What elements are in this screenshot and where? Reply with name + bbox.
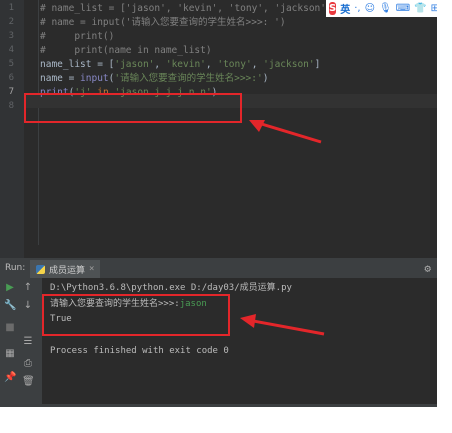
code-token: input bbox=[80, 73, 109, 84]
editor-annotation-box bbox=[24, 93, 242, 123]
ime-language-toggle[interactable]: 英 bbox=[340, 1, 350, 16]
code-token: 'tony' bbox=[217, 59, 252, 70]
keyboard-icon[interactable]: ⌨ bbox=[396, 3, 410, 14]
close-icon[interactable]: × bbox=[89, 264, 94, 274]
print-icon[interactable]: ⎙ bbox=[22, 358, 34, 370]
microphone-icon[interactable]: 🎙 bbox=[379, 3, 392, 14]
code-token: ) bbox=[262, 73, 269, 84]
line-number[interactable]: 8 bbox=[0, 101, 14, 111]
pin-icon[interactable]: 📌 bbox=[4, 372, 16, 384]
code-token: , bbox=[154, 59, 166, 70]
trash-icon[interactable]: 🗑 bbox=[22, 376, 35, 388]
line-number[interactable]: 1 bbox=[0, 3, 14, 13]
line-number[interactable]: 3 bbox=[0, 31, 14, 41]
punctuation-icon[interactable]: ·, bbox=[354, 3, 360, 14]
run-toolbar: Run: 成员运算 × ⚙ bbox=[0, 260, 437, 279]
console-finish-message: Process finished with exit code 0 bbox=[50, 346, 229, 356]
line-number[interactable]: 7 bbox=[0, 87, 14, 97]
code-line[interactable]: # print(name in name_list) bbox=[40, 44, 212, 58]
python-file-icon bbox=[36, 264, 45, 274]
code-token: name_list = [ bbox=[40, 59, 115, 70]
code-token: , bbox=[205, 59, 218, 70]
code-token: 'kevin' bbox=[165, 59, 206, 70]
gear-icon[interactable]: ⚙ bbox=[424, 262, 431, 275]
line-number[interactable]: 6 bbox=[0, 73, 14, 83]
code-line[interactable]: # name = input('请输入您要查询的学生姓名>>>: ') bbox=[40, 16, 286, 30]
code-token: , bbox=[251, 59, 264, 70]
ide-window: 1 2 3 4 5 6 7 8 # name_list = ['jason', 'kevin'… bbox=[0, 0, 437, 407]
up-arrow-icon[interactable]: ↑ bbox=[22, 282, 34, 294]
code-line[interactable]: # print() bbox=[40, 30, 114, 44]
emoji-icon[interactable]: ☺ bbox=[365, 3, 375, 14]
sogou-logo-icon[interactable]: S bbox=[329, 2, 337, 15]
code-line[interactable]: name_list = ['jason', 'kevin', 'tony', '… bbox=[40, 58, 320, 72]
code-line[interactable]: # name_list = ['jason', 'kevin', 'tony',… bbox=[40, 2, 332, 16]
console-annotation-box bbox=[42, 294, 230, 336]
code-token: 'jackson' bbox=[263, 59, 315, 70]
line-number[interactable]: 2 bbox=[0, 17, 14, 27]
run-tab-title: 成员运算 bbox=[49, 265, 86, 276]
ime-toolbar[interactable]: S 英 ·, ☺ 🎙 ⌨ 👕 ⊞ bbox=[326, 0, 437, 17]
stop-icon[interactable]: ■ bbox=[4, 322, 16, 334]
editor-annotation-arrow bbox=[249, 120, 322, 144]
code-token: ] bbox=[314, 59, 321, 70]
code-token: 'jason' bbox=[114, 59, 155, 70]
code-token: name = bbox=[40, 73, 81, 84]
run-tool-strip: ▶ 🔧 ■ ▦ 📌 ↑ ↓ ☰ ⎙ 🗑 bbox=[0, 278, 42, 407]
rerun-icon[interactable]: ▶ bbox=[4, 282, 16, 294]
soft-wrap-icon[interactable]: ☰ bbox=[22, 336, 34, 348]
line-number[interactable]: 5 bbox=[0, 59, 14, 69]
code-token: # name_list = ['jason', 'kevin', 'tony',… bbox=[40, 3, 332, 14]
code-token: '请输入您要查询的学生姓名>>>:' bbox=[114, 73, 263, 84]
line-number-gutter: 1 2 3 4 5 6 7 8 bbox=[0, 0, 24, 258]
grid-icon[interactable]: ⊞ bbox=[431, 3, 437, 14]
run-label: Run: bbox=[5, 263, 26, 273]
layout-icon[interactable]: ▦ bbox=[4, 348, 16, 360]
code-token: # name = input('请输入您要查询的学生姓名>>>: ') bbox=[40, 17, 286, 28]
console-annotation-arrow bbox=[240, 314, 325, 336]
bottom-status-strip bbox=[0, 404, 437, 407]
code-line[interactable]: name = input('请输入您要查询的学生姓名>>>:') bbox=[40, 72, 268, 86]
code-editor[interactable]: # name_list = ['jason', 'kevin', 'tony',… bbox=[40, 0, 437, 258]
down-arrow-icon[interactable]: ↓ bbox=[22, 300, 34, 312]
skin-icon[interactable]: 👕 bbox=[414, 3, 426, 14]
run-tab[interactable]: 成员运算 × bbox=[30, 260, 101, 278]
code-token: # print() bbox=[40, 31, 115, 42]
line-number[interactable]: 4 bbox=[0, 45, 14, 55]
wrench-icon[interactable]: 🔧 bbox=[4, 300, 16, 312]
code-token: # print(name in name_list) bbox=[40, 45, 212, 56]
console-command-line: D:\Python3.6.8\python.exe D:/day03/成员运算.… bbox=[50, 283, 292, 293]
